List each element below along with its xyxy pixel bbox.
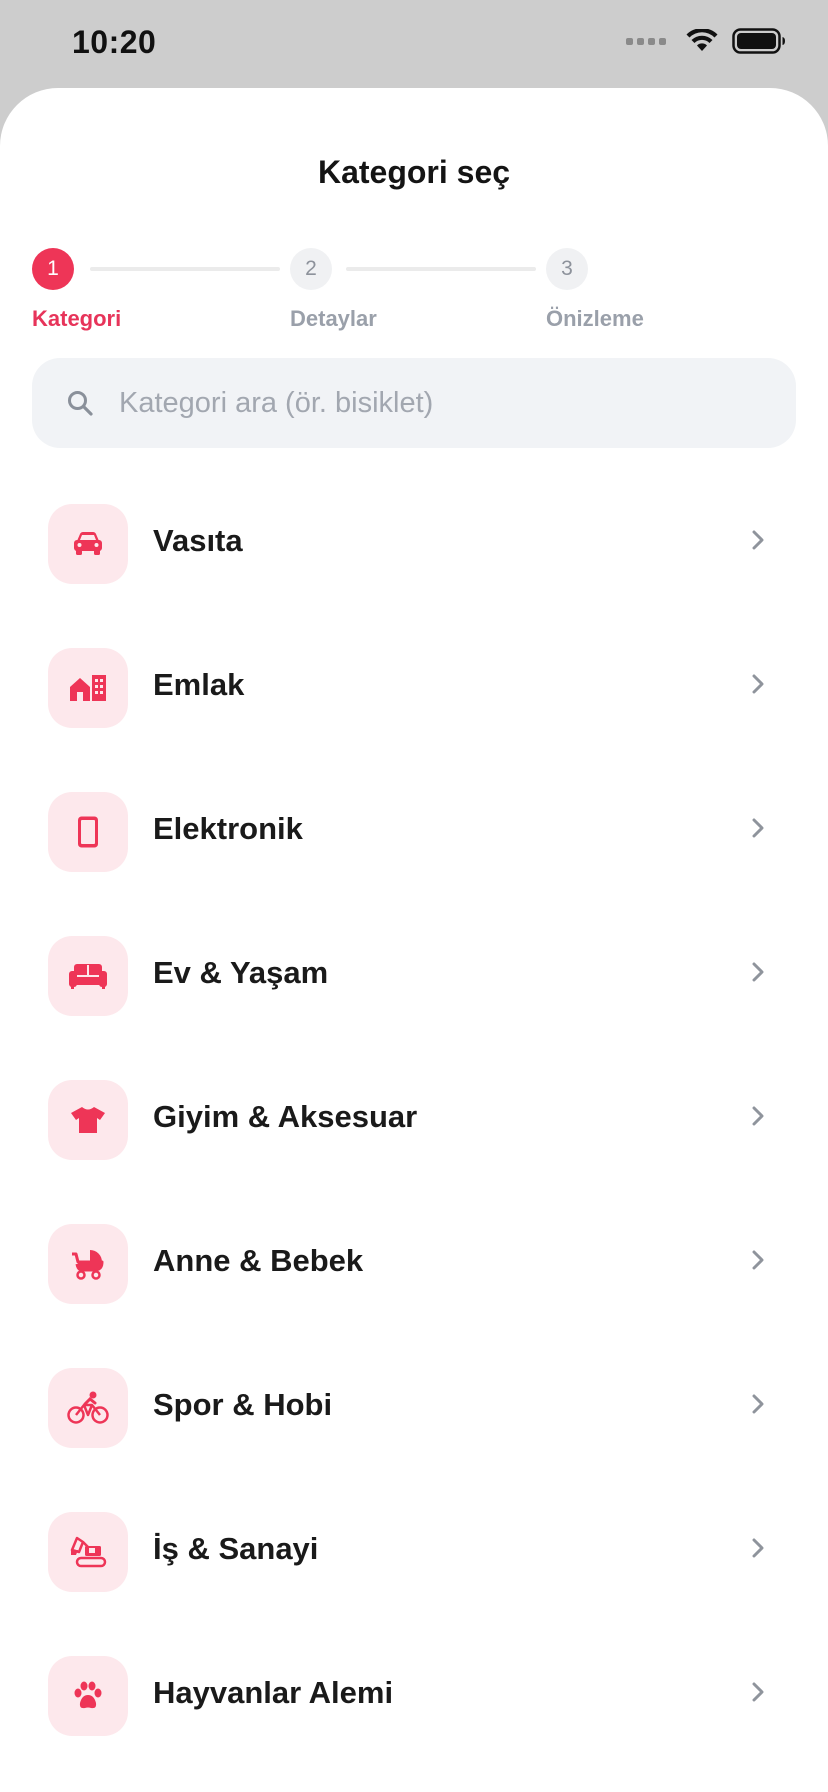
category-label: Ev & Yaşam bbox=[153, 955, 329, 990]
phone-icon bbox=[78, 816, 98, 848]
category-label: Spor & Hobi bbox=[153, 1387, 333, 1422]
category-label: Anne & Bebek bbox=[153, 1243, 364, 1278]
status-bar: 10:20 bbox=[0, 0, 828, 88]
category-label: Emlak bbox=[153, 667, 245, 702]
category-label: Elektronik bbox=[153, 811, 303, 846]
step-2-label: Detaylar bbox=[290, 306, 377, 331]
bicycle-icon bbox=[67, 1391, 109, 1424]
status-indicators bbox=[626, 28, 786, 54]
step-1-indicator: 1 bbox=[32, 248, 74, 290]
status-time: 10:20 bbox=[72, 24, 157, 60]
step-connector bbox=[90, 267, 280, 271]
category-icon-box bbox=[48, 648, 128, 728]
search-placeholder: Kategori ara (ör. bisiklet) bbox=[119, 386, 434, 419]
category-item-anne-bebek[interactable]: Anne & Bebek bbox=[0, 1216, 828, 1306]
category-item-vasita[interactable]: Vasıta bbox=[0, 496, 828, 586]
search-input[interactable]: Kategori ara (ör. bisiklet) bbox=[32, 358, 796, 448]
chevron-right-icon bbox=[752, 818, 764, 838]
chevron-right-icon bbox=[752, 1250, 764, 1270]
chevron-right-icon bbox=[752, 962, 764, 982]
step-3-label: Önizleme bbox=[546, 306, 644, 331]
cellular-signal-icon bbox=[626, 37, 666, 45]
category-label: İş & Sanayi bbox=[153, 1531, 319, 1566]
category-sheet: Kategori seç 1 2 3 Kategori Detaylar Öni… bbox=[0, 88, 828, 1792]
category-icon-box bbox=[48, 1368, 128, 1448]
category-item-ev-yasam[interactable]: Ev & Yaşam bbox=[0, 928, 828, 1018]
category-item-hayvanlar-alemi[interactable]: Hayvanlar Alemi bbox=[0, 1648, 828, 1738]
category-icon-box bbox=[48, 792, 128, 872]
category-label: Hayvanlar Alemi bbox=[153, 1675, 394, 1710]
car-icon bbox=[74, 532, 102, 555]
category-item-is-sanayi[interactable]: İş & Sanayi bbox=[0, 1504, 828, 1594]
category-icon-box bbox=[48, 1080, 128, 1160]
building-icon bbox=[70, 675, 106, 701]
tshirt-icon bbox=[71, 1107, 105, 1133]
search-icon bbox=[65, 388, 95, 418]
progress-stepper: 1 2 3 bbox=[0, 248, 828, 338]
category-item-emlak[interactable]: Emlak bbox=[0, 640, 828, 730]
chevron-right-icon bbox=[752, 1394, 764, 1414]
category-label: Giyim & Aksesuar bbox=[153, 1099, 418, 1134]
category-item-elektronik[interactable]: Elektronik bbox=[0, 784, 828, 874]
excavator-icon bbox=[70, 1536, 107, 1568]
category-item-spor-hobi[interactable]: Spor & Hobi bbox=[0, 1360, 828, 1450]
chevron-right-icon bbox=[752, 530, 764, 550]
wifi-icon bbox=[686, 29, 718, 51]
chevron-right-icon bbox=[752, 1682, 764, 1702]
category-icon-box bbox=[48, 1224, 128, 1304]
category-label: Vasıta bbox=[153, 523, 243, 558]
category-icon-box bbox=[48, 504, 128, 584]
battery-icon bbox=[732, 28, 785, 54]
category-item-giyim-aksesuar[interactable]: Giyim & Aksesuar bbox=[0, 1072, 828, 1162]
step-connector bbox=[346, 267, 536, 271]
chevron-right-icon bbox=[752, 1106, 764, 1126]
chevron-right-icon bbox=[752, 1538, 764, 1558]
step-1-label: Kategori bbox=[32, 306, 122, 331]
category-icon-box bbox=[48, 936, 128, 1016]
page-title: Kategori seç bbox=[317, 154, 511, 190]
category-icon-box bbox=[48, 1656, 128, 1736]
step-2-indicator: 2 bbox=[290, 248, 332, 290]
category-icon-box bbox=[48, 1512, 128, 1592]
sofa-icon bbox=[69, 964, 107, 989]
step-3-indicator: 3 bbox=[546, 248, 588, 290]
paw-icon bbox=[74, 1681, 102, 1709]
stroller-icon bbox=[72, 1250, 104, 1280]
chevron-right-icon bbox=[752, 674, 764, 694]
